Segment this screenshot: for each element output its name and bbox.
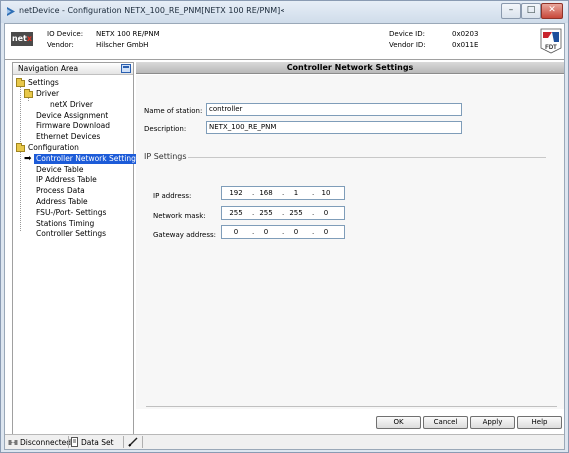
ip-address-label: IP address:	[153, 192, 192, 200]
svg-text:FDT: FDT	[545, 45, 557, 51]
ip-octet: 168	[259, 189, 273, 197]
apply-button[interactable]: Apply	[470, 416, 515, 429]
netx-logo: netx	[11, 32, 33, 46]
device-id-value: 0x0203	[452, 30, 479, 38]
tree-connector	[20, 84, 21, 148]
help-button[interactable]: Help	[517, 416, 562, 429]
nav-item-ip-address-table[interactable]: IP Address Table	[36, 175, 97, 185]
name-of-station-field[interactable]: controller	[206, 103, 462, 116]
nav-item-settings[interactable]: Settings	[28, 78, 59, 88]
title-bar[interactable]: netDevice - Configuration NETX_100_RE_PN…	[1, 1, 568, 23]
vendor-id-label: Vendor ID:	[389, 41, 426, 49]
nav-item-address-table[interactable]: Address Table	[36, 197, 88, 207]
folder-open-icon	[16, 78, 25, 87]
cancel-button[interactable]: Cancel	[423, 416, 468, 429]
fdt-logo: FDT	[540, 28, 562, 54]
ip-octet: 0	[263, 228, 269, 236]
ip-dot: .	[312, 209, 315, 217]
vendor-label: Vendor:	[47, 41, 74, 49]
panel-title: Controller Network Settings	[136, 62, 564, 74]
ip-dot: .	[282, 209, 285, 217]
ok-button[interactable]: OK	[376, 416, 421, 429]
ip-address-field[interactable]: 192 . 168 . 1 . 10	[221, 186, 345, 200]
io-device-value: NETX 100 RE/PNM	[96, 30, 160, 38]
nav-item-fsu-port-settings[interactable]: FSU-/Port- Settings	[36, 208, 106, 218]
dataset-status: Data Set	[81, 438, 114, 447]
network-mask-label: Network mask:	[153, 212, 206, 220]
device-id-label: Device ID:	[389, 30, 425, 38]
status-bar: Disconnected Data Set	[5, 434, 564, 449]
io-device-label: IO Device:	[47, 30, 84, 38]
ip-octet: 0	[233, 228, 239, 236]
status-divider	[123, 436, 124, 448]
nav-item-device-table[interactable]: Device Table	[36, 165, 83, 175]
nav-item-controller-network-settings[interactable]: Controller Network Settings	[34, 154, 142, 164]
navigation-title: Navigation Area	[18, 64, 79, 73]
folder-open-icon	[24, 89, 33, 98]
nav-item-process-data[interactable]: Process Data	[36, 186, 85, 196]
close-button[interactable]: ✕	[541, 3, 563, 19]
ip-dot: .	[312, 189, 315, 197]
connection-status: Disconnected	[20, 438, 72, 447]
client-area: netx IO Device: NETX 100 RE/PNM Vendor: …	[4, 23, 565, 450]
minimize-button[interactable]: –	[501, 3, 521, 19]
ip-settings-title: IP Settings	[144, 152, 187, 161]
nav-item-firmware-download[interactable]: Firmware Download	[36, 121, 110, 131]
status-divider	[142, 436, 143, 448]
gateway-address-field[interactable]: 0 . 0 . 0 . 0	[221, 225, 345, 239]
maximize-button[interactable]: □	[521, 3, 541, 19]
gateway-label: Gateway address:	[153, 231, 217, 239]
settings-panel: Name of station: controller Description:…	[136, 75, 564, 409]
name-of-station-label: Name of station:	[144, 107, 203, 115]
tree-connector	[20, 149, 21, 231]
ip-octet: 1	[293, 189, 299, 197]
pen-icon[interactable]	[128, 437, 138, 447]
nav-item-netx-driver[interactable]: netX Driver	[50, 100, 93, 110]
window-title: netDevice - Configuration NETX_100_RE_PN…	[19, 6, 284, 15]
network-mask-field[interactable]: 255 . 255 . 255 . 0	[221, 206, 345, 220]
app-window: netDevice - Configuration NETX_100_RE_PN…	[0, 0, 569, 453]
disconnected-icon	[8, 440, 18, 445]
navigation-area: Navigation Area Settings Driver netX Dri…	[12, 62, 142, 447]
description-label: Description:	[144, 125, 187, 133]
nav-item-driver[interactable]: Driver	[36, 89, 59, 99]
ip-dot: .	[282, 228, 285, 236]
status-divider	[68, 436, 69, 448]
ip-octet: 192	[229, 189, 243, 197]
vendor-value: Hilscher GmbH	[96, 41, 149, 49]
window-restore-icon[interactable]	[121, 64, 131, 73]
vendor-id-value: 0x011E	[452, 41, 479, 49]
ip-octet: 255	[229, 209, 243, 217]
nav-item-stations-timing[interactable]: Stations Timing	[36, 219, 94, 229]
arrow-right-icon: ➡	[24, 154, 32, 164]
ip-octet: 10	[321, 189, 331, 197]
nav-item-device-assignment[interactable]: Device Assignment	[36, 111, 108, 121]
ip-octet: 0	[323, 228, 329, 236]
ip-dot: .	[282, 189, 285, 197]
ip-dot: .	[252, 228, 255, 236]
device-header: netx IO Device: NETX 100 RE/PNM Vendor: …	[5, 24, 564, 60]
section-divider	[188, 157, 546, 158]
folder-open-icon	[16, 143, 25, 152]
nav-item-configuration[interactable]: Configuration	[28, 143, 79, 153]
ip-octet: 0	[323, 209, 329, 217]
description-field[interactable]: NETX_100_RE_PNM	[206, 121, 462, 134]
ip-octet: 0	[293, 228, 299, 236]
button-divider	[146, 406, 557, 407]
dataset-icon	[71, 437, 78, 447]
nav-item-controller-settings[interactable]: Controller Settings	[36, 229, 106, 239]
ip-dot: .	[252, 209, 255, 217]
nav-item-ethernet-devices[interactable]: Ethernet Devices	[36, 132, 100, 142]
navigation-header: Navigation Area	[13, 63, 133, 75]
app-icon	[7, 7, 15, 16]
ip-octet: 255	[259, 209, 273, 217]
ip-dot: .	[312, 228, 315, 236]
ip-dot: .	[252, 189, 255, 197]
ip-octet: 255	[289, 209, 303, 217]
